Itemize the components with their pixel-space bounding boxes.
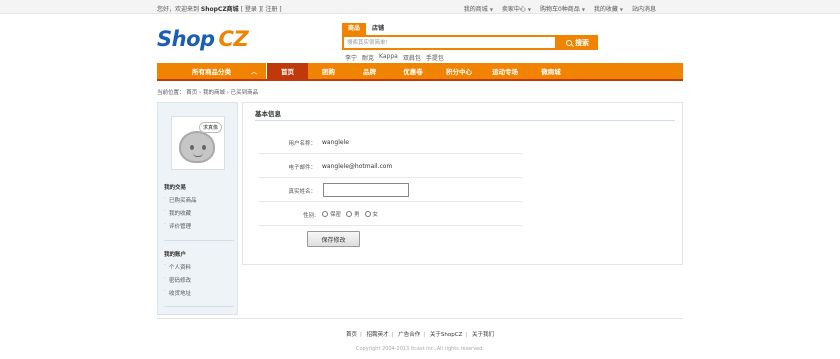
all-categories-button[interactable]: 所有商品分类 ︿: [157, 63, 267, 79]
footer-links: 首页 | 招聘英才 | 广告合作 | 关于ShopCZ | 关于我们: [346, 332, 494, 338]
copyright: Copyright 2004-2013 itcast Inc.,All righ…: [355, 346, 485, 352]
search-input[interactable]: 搜索其实很简单!: [342, 35, 557, 50]
sidebar-item-purchased[interactable]: 已购买商品: [164, 195, 197, 204]
divider: [164, 306, 234, 307]
hot-word[interactable]: 双肩包: [403, 53, 421, 62]
site-logo[interactable]: Shop CZ: [157, 27, 249, 51]
profile-panel: 基本信息 用户名称： wanglele 电子邮件： wanglele@hotma…: [242, 102, 683, 265]
chevron-down-icon: ▼: [581, 7, 585, 12]
messages-link[interactable]: 站内消息: [632, 4, 656, 13]
avatar-bubble: 求真像: [198, 122, 222, 133]
nav-coupons[interactable]: 优惠卷: [390, 63, 436, 79]
chevron-down-icon: ▼: [489, 7, 493, 12]
panel-title: 基本信息: [255, 110, 281, 118]
gender-label: 性别:: [303, 213, 316, 219]
realname-input[interactable]: [323, 183, 409, 197]
gender-radios: 保密 男 女: [322, 210, 378, 218]
tab-shops[interactable]: 店铺: [366, 23, 390, 35]
sidebar: 求真像 我的交易 已购买商品 我的收藏 评价管理 我的账户 个人资料 密码修改 …: [157, 102, 238, 315]
sidebar-group-title: 我的交易: [164, 185, 187, 191]
gender-row: 性别: 保密 男 女: [259, 202, 522, 226]
sidebar-group-trade: 我的交易 已购买商品 我的收藏 评价管理: [164, 183, 197, 235]
sidebar-item-favorites[interactable]: 我的收藏: [164, 208, 197, 217]
sidebar-item-password[interactable]: 密码修改: [164, 275, 191, 284]
email-row: 电子邮件： wanglele@hotmail.com: [259, 154, 522, 178]
nav-points[interactable]: 积分中心: [436, 63, 482, 79]
favorites-link[interactable]: 我的收藏 ▼: [594, 4, 623, 13]
sidebar-item-reviews[interactable]: 评价管理: [164, 221, 197, 230]
sidebar-group-title: 我的账户: [164, 252, 187, 258]
nav-group-buy[interactable]: 团购: [308, 63, 349, 79]
welcome-text: 您好，欢迎来到 ShopCZ商城 [ 登录 ][ 注册 ]: [157, 6, 282, 13]
hot-word[interactable]: Kappa: [379, 53, 398, 62]
login-link[interactable]: 登录: [245, 6, 257, 13]
footer-link-ads[interactable]: 广告合作: [398, 332, 420, 338]
realname-row: 真实姓名：: [259, 178, 522, 202]
footer-link-about-shopcz[interactable]: 关于ShopCZ: [430, 332, 462, 338]
sidebar-item-address[interactable]: 收货地址: [164, 288, 191, 297]
email-label: 电子邮件：: [288, 165, 316, 171]
footer-link-jobs[interactable]: 招聘英才: [367, 332, 389, 338]
nav-sports[interactable]: 运动专场: [482, 63, 528, 79]
realname-label: 真实姓名：: [288, 189, 316, 195]
top-bar: 您好，欢迎来到 ShopCZ商城 [ 登录 ][ 注册 ] 我的商城 ▼ 卖家中心…: [0, 0, 840, 14]
my-mall-link[interactable]: 我的商城 ▼: [464, 4, 493, 13]
search-tabs: 商品 店铺: [342, 23, 390, 35]
sidebar-item-profile[interactable]: 个人资料: [164, 262, 191, 271]
avatar-face-icon: [179, 131, 215, 163]
hot-words: 李宁 耐克 Kappa 双肩包 手提包: [345, 53, 444, 62]
nav-home[interactable]: 首页: [267, 63, 308, 79]
username-row: 用户名称： wanglele: [259, 130, 522, 154]
divider: [164, 240, 234, 241]
save-button[interactable]: 保存修改: [307, 231, 360, 247]
seller-center-link[interactable]: 卖家中心 ▼: [502, 4, 531, 13]
chevron-down-icon: ▼: [527, 7, 531, 12]
top-links: 我的商城 ▼ 卖家中心 ▼ 购物车0种商品 ▼ 我的收藏 ▼ 站内消息: [464, 4, 656, 13]
avatar[interactable]: 求真像: [171, 116, 225, 170]
site-name: ShopCZ商城: [200, 6, 239, 13]
gender-male-radio[interactable]: 男: [346, 210, 360, 218]
chevron-down-icon: ▼: [619, 7, 623, 12]
sidebar-group-account: 我的账户 个人资料 密码修改 收货地址: [164, 250, 191, 302]
username-label: 用户名称：: [288, 141, 316, 147]
footer-link-about-us[interactable]: 关于我们: [472, 332, 494, 338]
footer-link-home[interactable]: 首页: [346, 332, 357, 338]
gender-secret-radio[interactable]: 保密: [322, 210, 341, 218]
gender-female-radio[interactable]: 女: [364, 210, 378, 218]
chevron-up-icon: ︿: [250, 69, 257, 76]
nav-micro-mall[interactable]: 微商城: [528, 63, 574, 79]
breadcrumb: 当前位置： 首页 › 我的商城 › 已买到商品: [157, 90, 259, 96]
register-link[interactable]: 注册: [265, 6, 277, 13]
cart-link[interactable]: 购物车0种商品 ▼: [540, 4, 585, 13]
nav-brands[interactable]: 品牌: [349, 63, 390, 79]
tab-products[interactable]: 商品: [342, 23, 367, 35]
hot-word[interactable]: 耐克: [362, 53, 374, 62]
username-value: wanglele: [322, 139, 349, 146]
main-nav: 所有商品分类 ︿ 首页 团购 品牌 优惠卷 积分中心 运动专场 微商城: [157, 63, 683, 81]
search-icon: [566, 39, 572, 46]
hot-word[interactable]: 李宁: [345, 53, 357, 62]
hot-word[interactable]: 手提包: [426, 53, 444, 62]
divider: [255, 120, 675, 121]
footer-divider: [157, 318, 683, 319]
search-button[interactable]: 搜索: [557, 35, 598, 50]
email-value: wanglele@hotmail.com: [322, 163, 393, 170]
